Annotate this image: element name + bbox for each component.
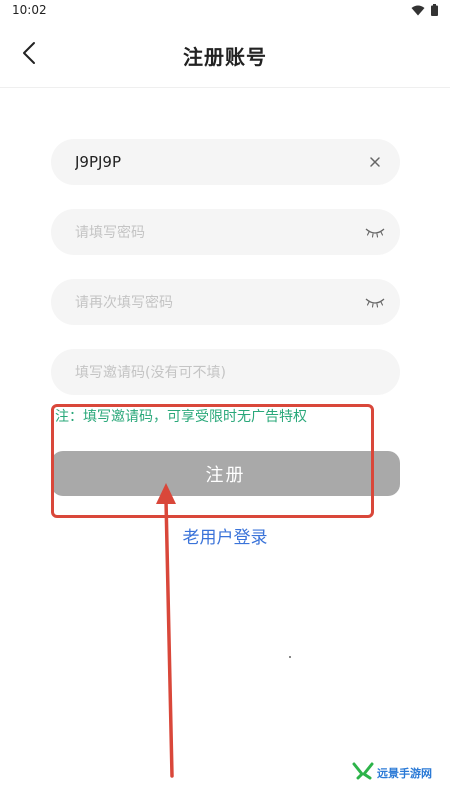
username-field[interactable] (51, 139, 400, 185)
invite-note: 注：填写邀请码，可享受限时无广告特权 (55, 409, 307, 425)
annotation-arrow (150, 478, 180, 787)
wifi-icon (411, 5, 425, 16)
confirm-password-field[interactable] (51, 279, 400, 325)
page-title: 注册账号 (183, 45, 267, 69)
username-input[interactable] (75, 139, 345, 185)
status-bar: 10:02 (0, 0, 450, 22)
confirm-password-input[interactable] (75, 279, 345, 325)
eye-closed-icon[interactable] (364, 291, 386, 313)
stray-dot (289, 656, 291, 658)
invite-code-input[interactable] (75, 349, 345, 395)
battery-icon (431, 4, 438, 16)
watermark: 远景手游网 (352, 762, 432, 784)
register-screen: 10:02 注册账号 J9PJ9P 填写邀请码(没有可不填) 注：填写邀请码，可… (0, 0, 450, 800)
eye-closed-icon[interactable] (364, 221, 386, 243)
invite-code-field[interactable] (51, 349, 400, 395)
password-input[interactable] (75, 209, 345, 255)
watermark-text: 远景手游网 (377, 767, 432, 780)
status-icons (411, 4, 438, 16)
header: 注册账号 (0, 22, 450, 88)
watermark-logo-icon (352, 762, 374, 784)
password-field[interactable] (51, 209, 400, 255)
register-button[interactable]: 注册 (51, 451, 400, 496)
clear-icon[interactable] (364, 151, 386, 173)
old-user-login-link[interactable]: 老用户登录 (0, 523, 450, 548)
status-time: 10:02 (12, 3, 47, 17)
